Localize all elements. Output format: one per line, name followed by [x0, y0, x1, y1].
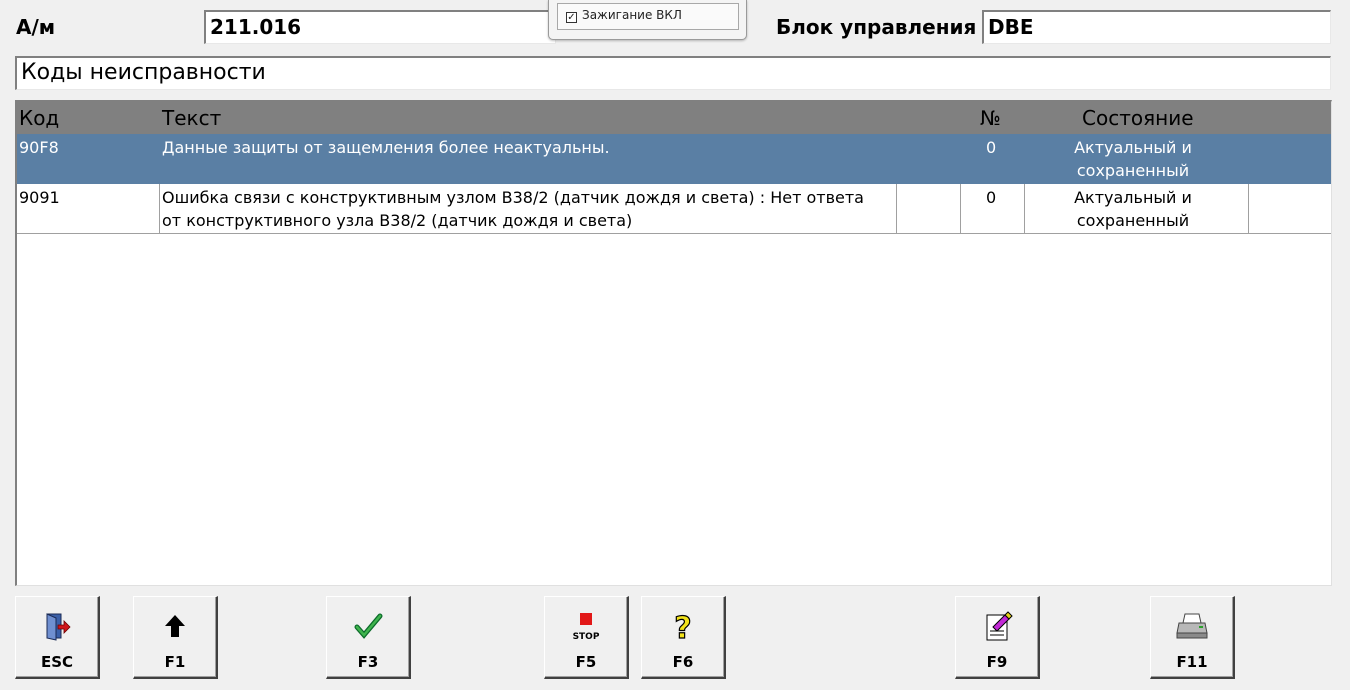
- cell-state-line1: Актуальный и: [1074, 138, 1192, 157]
- cell-code: 90F8: [19, 138, 59, 157]
- esc-button[interactable]: ESC: [15, 596, 100, 679]
- column-divider: [896, 184, 897, 233]
- f11-key-label: F11: [1176, 653, 1208, 671]
- checkmark-icon: [327, 611, 409, 641]
- column-header-text[interactable]: Текст: [162, 106, 221, 130]
- f9-key-label: F9: [986, 653, 1008, 671]
- stop-icon-text: STOP: [573, 632, 600, 642]
- f3-button[interactable]: F3: [326, 596, 411, 679]
- ecu-field: DBE: [982, 10, 1331, 44]
- column-header-code[interactable]: Код: [19, 106, 59, 130]
- help-icon-glyph: ?: [674, 611, 691, 643]
- printer-icon: [1151, 611, 1233, 641]
- f11-button[interactable]: F11: [1150, 596, 1235, 679]
- f9-button[interactable]: F9: [955, 596, 1040, 679]
- cell-text: Данные защиты от защемления более неакту…: [162, 138, 610, 157]
- column-divider: [960, 184, 961, 233]
- cell-text-line1: Ошибка связи с конструктивным узлом B38/…: [162, 188, 864, 207]
- table-row[interactable]: 90F8 Данные защиты от защемления более н…: [17, 134, 1331, 184]
- f1-key-label: F1: [164, 653, 186, 671]
- cell-number: 0: [986, 138, 997, 157]
- notepad-eraser-icon: [956, 611, 1038, 641]
- ignition-checkbox-row[interactable]: ✓ Зажигание ВКЛ: [557, 3, 739, 30]
- table-header: Код Текст № Состояние: [17, 102, 1331, 134]
- section-title: Коды неисправности: [15, 56, 1331, 90]
- f5-key-label: F5: [575, 653, 597, 671]
- arrow-up-icon: [134, 611, 216, 641]
- ignition-popup: ✓ Зажигание ВКЛ: [548, 0, 747, 40]
- column-header-state[interactable]: Состояние: [1082, 106, 1194, 130]
- ignition-checkbox[interactable]: ✓: [566, 12, 577, 23]
- cell-state-line2: сохраненный: [1076, 211, 1190, 230]
- cell-state-line1: Актуальный и: [1074, 188, 1192, 207]
- cell-text-line2: от конструктивного узла B38/2 (датчик до…: [162, 211, 633, 230]
- car-model-label: А/м: [16, 15, 56, 39]
- cell-code: 9091: [19, 188, 60, 207]
- cell-state-line2: сохраненный: [1076, 161, 1190, 180]
- f6-key-label: F6: [672, 653, 694, 671]
- ecu-label: Блок управления: [776, 15, 977, 39]
- help-question-icon: ?: [642, 610, 724, 646]
- exit-door-icon: [16, 611, 98, 641]
- stop-icon: STOP: [545, 611, 627, 642]
- esc-key-label: ESC: [40, 653, 74, 671]
- car-model-field: 211.016: [204, 10, 556, 44]
- column-divider: [1248, 184, 1249, 233]
- cell-state: Актуальный и сохраненный: [1023, 136, 1243, 182]
- f6-button[interactable]: ? F6: [641, 596, 726, 679]
- f1-button[interactable]: F1: [133, 596, 218, 679]
- cell-text: Ошибка связи с конструктивным узлом B38/…: [162, 186, 864, 232]
- cell-number: 0: [986, 188, 997, 207]
- f5-button[interactable]: STOP F5: [544, 596, 629, 679]
- table-row[interactable]: 9091 Ошибка связи с конструктивным узлом…: [17, 184, 1331, 234]
- fault-codes-table[interactable]: Код Текст № Состояние 90F8 Данные защиты…: [15, 100, 1332, 586]
- column-header-number[interactable]: №: [980, 106, 1001, 130]
- cell-state: Актуальный и сохраненный: [1023, 186, 1243, 232]
- ignition-label: Зажигание ВКЛ: [582, 8, 682, 22]
- f3-key-label: F3: [357, 653, 379, 671]
- column-divider: [159, 184, 160, 233]
